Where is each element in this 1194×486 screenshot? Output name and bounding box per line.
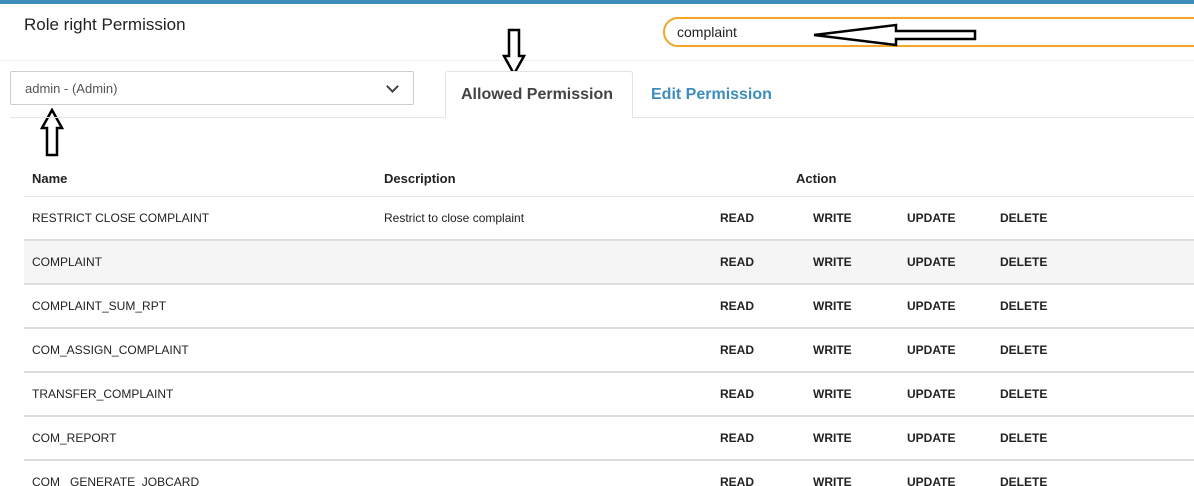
column-header-action: Action <box>796 170 837 186</box>
update-action[interactable]: UPDATE <box>907 285 955 327</box>
page-title: Role right Permission <box>24 15 186 34</box>
write-action[interactable]: WRITE <box>813 373 852 415</box>
table-row: COM_REPORT READ WRITE UPDATE DELETE <box>24 417 1194 461</box>
update-action[interactable]: UPDATE <box>907 197 955 239</box>
role-select-value: admin - (Admin) <box>25 80 118 96</box>
permission-name: COM_ASSIGN_COMPLAINT <box>32 343 189 357</box>
delete-action[interactable]: DELETE <box>1000 197 1047 239</box>
permission-name: COM_REPORT <box>32 431 117 445</box>
tab-edit-permission[interactable]: Edit Permission <box>636 71 787 118</box>
delete-action[interactable]: DELETE <box>1000 417 1047 459</box>
read-action[interactable]: READ <box>720 461 754 486</box>
write-action[interactable]: WRITE <box>813 197 852 239</box>
permission-name: RESTRICT CLOSE COMPLAINT <box>32 211 210 225</box>
table-row: COMPLAINT READ WRITE UPDATE DELETE <box>24 241 1194 285</box>
table-row: RESTRICT CLOSE COMPLAINT Restrict to clo… <box>24 197 1194 241</box>
update-action[interactable]: UPDATE <box>907 417 955 459</box>
permission-description: Restrict to close complaint <box>384 211 525 225</box>
update-action[interactable]: UPDATE <box>907 241 955 283</box>
table-row: COM_ASSIGN_COMPLAINT READ WRITE UPDATE D… <box>24 329 1194 373</box>
delete-action[interactable]: DELETE <box>1000 285 1047 327</box>
read-action[interactable]: READ <box>720 241 754 283</box>
delete-action[interactable]: DELETE <box>1000 241 1047 283</box>
write-action[interactable]: WRITE <box>813 285 852 327</box>
search-input[interactable] <box>663 17 1194 47</box>
permission-table: Name Description Action RESTRICT CLOSE C… <box>24 160 1194 486</box>
up-arrow-annotation-icon <box>40 108 64 157</box>
chevron-down-icon <box>386 79 399 93</box>
permission-name: COM_ GENERATE_JOBCARD <box>32 475 200 486</box>
write-action[interactable]: WRITE <box>813 461 852 486</box>
page-header: Role right Permission <box>0 4 1194 61</box>
read-action[interactable]: READ <box>720 197 754 239</box>
write-action[interactable]: WRITE <box>813 329 852 371</box>
update-action[interactable]: UPDATE <box>907 373 955 415</box>
tab-allowed-permission[interactable]: Allowed Permission <box>445 71 633 118</box>
read-action[interactable]: READ <box>720 417 754 459</box>
update-action[interactable]: UPDATE <box>907 329 955 371</box>
role-permission-page: Role right Permission admin - (Admin) Al… <box>0 0 1194 486</box>
read-action[interactable]: READ <box>720 329 754 371</box>
role-select[interactable]: admin - (Admin) <box>10 71 414 105</box>
permission-name: TRANSFER_COMPLAINT <box>32 387 174 401</box>
permission-name: COMPLAINT_SUM_RPT <box>32 299 167 313</box>
read-action[interactable]: READ <box>720 373 754 415</box>
permission-name: COMPLAINT <box>32 255 103 269</box>
table-row: TRANSFER_COMPLAINT READ WRITE UPDATE DEL… <box>24 373 1194 417</box>
table-row: COMPLAINT_SUM_RPT READ WRITE UPDATE DELE… <box>24 285 1194 329</box>
write-action[interactable]: WRITE <box>813 241 852 283</box>
table-row: COM_ GENERATE_JOBCARD READ WRITE UPDATE … <box>24 461 1194 486</box>
column-header-name: Name <box>32 170 68 186</box>
table-header: Name Description Action <box>24 160 1194 197</box>
column-header-description: Description <box>384 170 456 186</box>
delete-action[interactable]: DELETE <box>1000 373 1047 415</box>
update-action[interactable]: UPDATE <box>907 461 955 486</box>
write-action[interactable]: WRITE <box>813 417 852 459</box>
delete-action[interactable]: DELETE <box>1000 461 1047 486</box>
read-action[interactable]: READ <box>720 285 754 327</box>
delete-action[interactable]: DELETE <box>1000 329 1047 371</box>
